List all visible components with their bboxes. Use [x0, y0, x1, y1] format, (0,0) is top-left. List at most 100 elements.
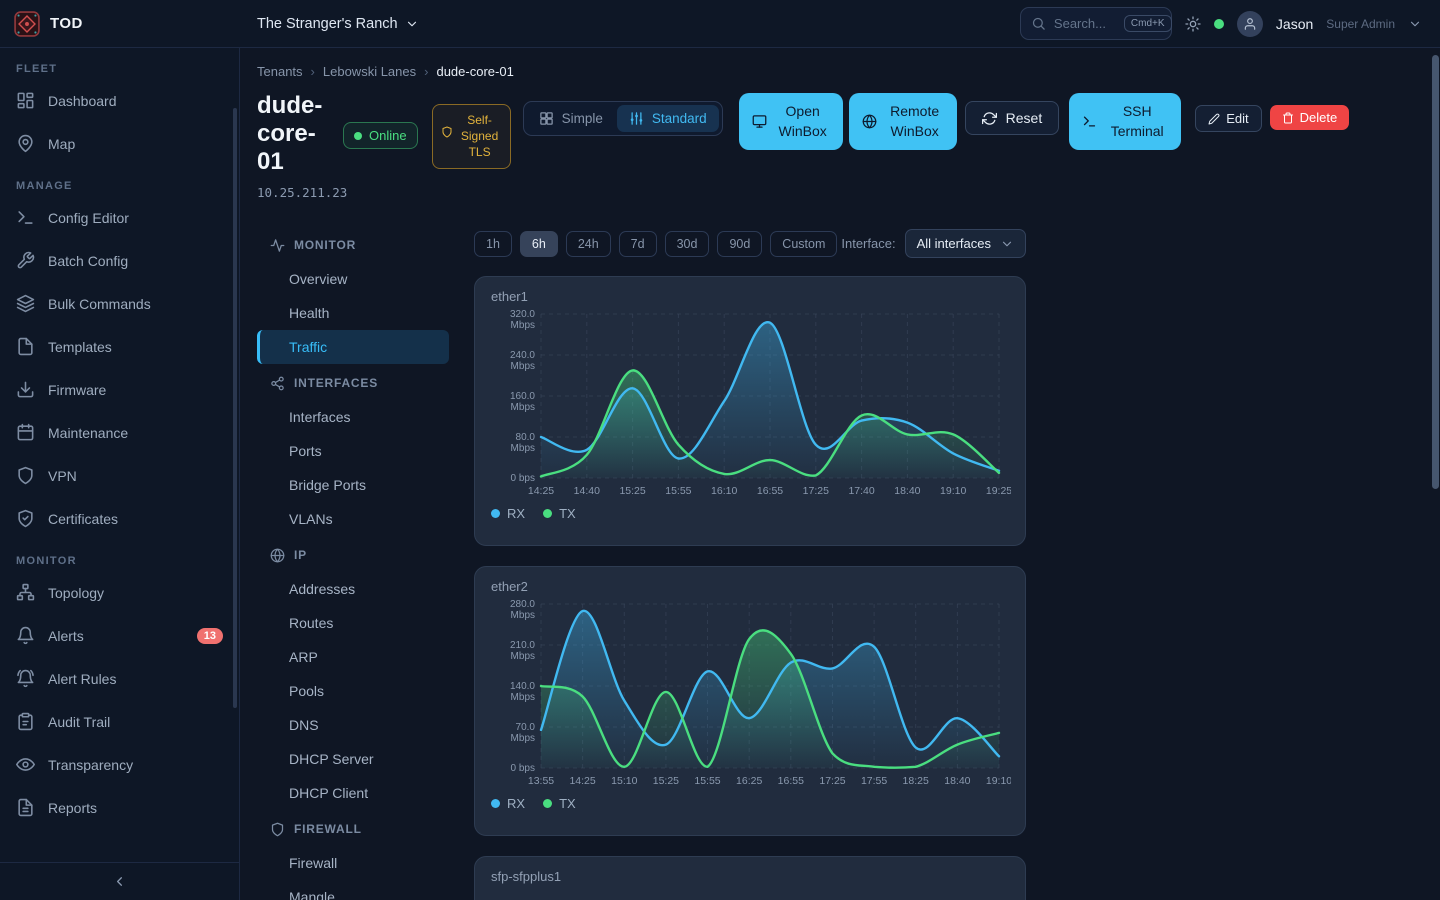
- svg-text:17:55: 17:55: [861, 775, 887, 787]
- sidebar-item-batch-config[interactable]: Batch Config: [0, 239, 239, 282]
- view-mode-toggle: SimpleStandard: [523, 101, 723, 136]
- global-search[interactable]: Cmd+K: [1020, 7, 1172, 40]
- tls-badge-label: Self-Signed TLS: [458, 112, 502, 161]
- reset-button[interactable]: Reset: [965, 101, 1060, 135]
- interface-label: Interface:: [841, 236, 895, 251]
- svg-text:160.0: 160.0: [510, 391, 535, 402]
- layers-icon: [16, 294, 35, 313]
- chart-area: 320.0Mbps240.0Mbps160.0Mbps80.0Mbps0 bps…: [491, 306, 1009, 502]
- time-range-6h[interactable]: 6h: [520, 231, 558, 257]
- subnav-item-mangle[interactable]: Mangle: [257, 880, 449, 900]
- globe-icon: [862, 114, 877, 129]
- subnav-item-arp[interactable]: ARP: [257, 640, 449, 674]
- legend-label: RX: [507, 506, 525, 521]
- user-menu-chevron-icon[interactable]: [1408, 17, 1422, 31]
- svg-text:16:55: 16:55: [778, 775, 804, 787]
- subnav-item-vlans[interactable]: VLANs: [257, 502, 449, 536]
- breadcrumb-item-lebowski-lanes[interactable]: Lebowski Lanes: [323, 64, 416, 79]
- sidebar-item-maintenance[interactable]: Maintenance: [0, 411, 239, 454]
- breadcrumb-item-tenants[interactable]: Tenants: [257, 64, 303, 79]
- sidebar-item-alerts[interactable]: Alerts13: [0, 614, 239, 657]
- sidebar-item-bulk-commands[interactable]: Bulk Commands: [0, 282, 239, 325]
- theme-toggle-sun-icon[interactable]: [1185, 16, 1201, 32]
- view-mode-standard[interactable]: Standard: [617, 105, 719, 132]
- subnav-item-interfaces[interactable]: Interfaces: [257, 400, 449, 434]
- legend-label: TX: [559, 796, 576, 811]
- chart-title: ether1: [491, 289, 1009, 304]
- subnav-item-bridge-ports[interactable]: Bridge Ports: [257, 468, 449, 502]
- search-input[interactable]: [1054, 16, 1116, 31]
- sidebar-item-map[interactable]: Map: [0, 122, 239, 165]
- time-range-90d[interactable]: 90d: [717, 231, 762, 257]
- delete-button[interactable]: Delete: [1270, 105, 1350, 130]
- subnav-item-overview[interactable]: Overview: [257, 262, 449, 296]
- tenant-selector[interactable]: The Stranger's Ranch: [257, 16, 419, 32]
- svg-text:17:25: 17:25: [819, 775, 845, 787]
- remote-winbox-button[interactable]: Remote WinBox: [849, 93, 957, 150]
- main-content: Tenants›Lebowski Lanes›dude-core-01 dude…: [240, 48, 1440, 900]
- sidebar-scrollbar[interactable]: [233, 108, 237, 708]
- sidebar-item-templates[interactable]: Templates: [0, 325, 239, 368]
- open-winbox-button[interactable]: Open WinBox: [739, 93, 843, 150]
- sidebar-item-certificates[interactable]: Certificates: [0, 497, 239, 540]
- app-name: TOD: [50, 15, 83, 32]
- view-mode-simple[interactable]: Simple: [527, 105, 615, 132]
- time-range-7d[interactable]: 7d: [619, 231, 657, 257]
- subnav-item-firewall[interactable]: Firewall: [257, 846, 449, 880]
- time-range-30d[interactable]: 30d: [665, 231, 710, 257]
- sidebar-item-config-editor[interactable]: Config Editor: [0, 196, 239, 239]
- sidebar-item-vpn[interactable]: VPN: [0, 454, 239, 497]
- sidebar-item-label: Transparency: [48, 757, 133, 773]
- sidebar-item-alert-rules[interactable]: Alert Rules: [0, 657, 239, 700]
- remote-winbox-label: Remote WinBox: [886, 101, 944, 142]
- sidebar-item-firmware[interactable]: Firmware: [0, 368, 239, 411]
- svg-text:17:25: 17:25: [803, 485, 829, 497]
- avatar[interactable]: [1237, 11, 1263, 37]
- subnav-item-dhcp-client[interactable]: DHCP Client: [257, 776, 449, 810]
- sidebar-item-label: VPN: [48, 468, 77, 484]
- time-range-24h[interactable]: 24h: [566, 231, 611, 257]
- sidebar-item-topology[interactable]: Topology: [0, 571, 239, 614]
- svg-text:240.0: 240.0: [510, 350, 535, 361]
- chevron-left-icon: [112, 874, 127, 889]
- subnav-item-dhcp-server[interactable]: DHCP Server: [257, 742, 449, 776]
- sidebar-item-audit-trail[interactable]: Audit Trail: [0, 700, 239, 743]
- time-range-1h[interactable]: 1h: [474, 231, 512, 257]
- svg-text:14:25: 14:25: [569, 775, 595, 787]
- subnav-item-addresses[interactable]: Addresses: [257, 572, 449, 606]
- ssh-terminal-button[interactable]: SSH Terminal: [1069, 93, 1181, 150]
- subnav-item-health[interactable]: Health: [257, 296, 449, 330]
- interface-filter: Interface: All interfaces: [841, 229, 1026, 258]
- sidebar-item-label: Alerts: [48, 628, 84, 644]
- subnav-item-traffic[interactable]: Traffic: [257, 330, 449, 364]
- sidebar-collapse-button[interactable]: [0, 862, 239, 900]
- subnav-item-pools[interactable]: Pools: [257, 674, 449, 708]
- reset-label: Reset: [1006, 110, 1043, 126]
- sidebar-item-reports[interactable]: Reports: [0, 786, 239, 829]
- shield-icon: [270, 822, 285, 837]
- subnav-group-interfaces: INTERFACES: [257, 366, 449, 400]
- subnav-item-routes[interactable]: Routes: [257, 606, 449, 640]
- main-scrollbar[interactable]: [1432, 55, 1439, 489]
- time-range-custom[interactable]: Custom: [770, 231, 837, 257]
- subnav-item-ports[interactable]: Ports: [257, 434, 449, 468]
- sidebar-item-dashboard[interactable]: Dashboard: [0, 79, 239, 122]
- brand: TOD: [0, 11, 240, 37]
- subnav-item-dns[interactable]: DNS: [257, 708, 449, 742]
- share-icon: [270, 376, 285, 391]
- sidebar-item-transparency[interactable]: Transparency: [0, 743, 239, 786]
- traffic-content: 1h 6h 24h 7d 30d 90d Custom Interface: All int…: [474, 226, 1026, 900]
- topology-icon: [16, 583, 35, 602]
- refresh-icon: [982, 111, 997, 126]
- edit-button[interactable]: Edit: [1195, 105, 1261, 132]
- interface-select[interactable]: All interfaces: [905, 229, 1026, 258]
- legend-label: RX: [507, 796, 525, 811]
- top-bar: TOD The Stranger's Ranch Cmd+K Jason Sup…: [0, 0, 1440, 48]
- sidebar-item-label: Templates: [48, 339, 112, 355]
- sidebar-section-label: FLEET: [16, 63, 223, 75]
- interface-chart-card-ether1: ether1 320.0Mbps240.0Mbps160.0Mbps80.0Mbp…: [474, 276, 1026, 546]
- svg-text:0 bps: 0 bps: [511, 473, 535, 484]
- sidebar-item-label: Alert Rules: [48, 671, 116, 687]
- user-icon: [1243, 17, 1257, 31]
- legend-dot-icon: [543, 509, 552, 518]
